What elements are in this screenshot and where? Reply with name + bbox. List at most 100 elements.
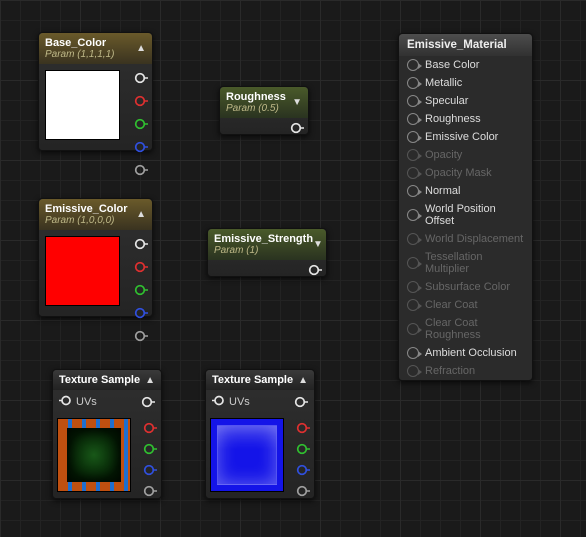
material-input-label: Base Color: [425, 59, 479, 71]
input-pin-icon: [407, 323, 419, 335]
input-pin-icon[interactable]: [407, 209, 419, 221]
input-pin-icon[interactable]: [407, 59, 419, 71]
input-pin-icon: [407, 281, 419, 293]
node-header[interactable]: Emissive_Strength Param (1) ▼: [208, 229, 326, 260]
material-input-ambient-occlusion[interactable]: Ambient Occlusion: [399, 344, 532, 362]
output-pin-rgba[interactable]: [293, 395, 308, 410]
material-input-label: Opacity: [425, 149, 462, 161]
collapse-icon[interactable]: ▲: [298, 375, 308, 386]
node-subtitle: Param (0.5): [226, 103, 286, 114]
material-input-label: World Position Offset: [425, 203, 524, 227]
input-label-uvs: UVs: [229, 396, 250, 408]
material-input-label: Specular: [425, 95, 468, 107]
material-input-label: Subsurface Color: [425, 281, 510, 293]
input-pin-icon: [407, 149, 419, 161]
collapse-icon[interactable]: ▲: [145, 375, 155, 386]
material-input-normal[interactable]: Normal: [399, 182, 532, 200]
input-pin-icon[interactable]: [407, 131, 419, 143]
output-pin-rgba[interactable]: [140, 395, 155, 410]
node-subtitle: Param (1): [214, 245, 313, 256]
material-input-subsurface-color: Subsurface Color: [399, 278, 532, 296]
node-texture-sample-b[interactable]: Texture Sample ▲ UVs: [205, 369, 315, 499]
input-pin-icon[interactable]: [407, 185, 419, 197]
material-input-roughness[interactable]: Roughness: [399, 110, 532, 128]
material-input-label: World Displacement: [425, 233, 523, 245]
collapse-icon[interactable]: ▲: [136, 43, 146, 54]
material-result-node[interactable]: Emissive_Material Base Color Metallic Spec…: [398, 33, 533, 381]
output-pin-a[interactable]: [295, 483, 310, 498]
node-emissive-color[interactable]: Emissive_Color Param (1,0,0,0) ▲: [38, 198, 153, 317]
node-header[interactable]: Texture Sample ▲: [206, 370, 314, 390]
output-pin-r[interactable]: [142, 420, 157, 435]
expand-icon[interactable]: ▼: [292, 97, 302, 108]
material-input-refraction: Refraction: [399, 362, 532, 380]
material-input-clear-coat: Clear Coat: [399, 296, 532, 314]
material-result-title: Emissive_Material: [399, 34, 532, 56]
output-pin-a[interactable]: [142, 483, 157, 498]
output-pin-g[interactable]: [133, 282, 148, 297]
material-input-label: Roughness: [425, 113, 481, 125]
output-pin-g[interactable]: [142, 441, 157, 456]
node-header[interactable]: Roughness Param (0.5) ▼: [220, 87, 308, 118]
material-input-base-color[interactable]: Base Color: [399, 56, 532, 74]
node-texture-sample-a[interactable]: Texture Sample ▲ UVs: [52, 369, 162, 499]
material-input-label: Metallic: [425, 77, 462, 89]
output-pin-b[interactable]: [142, 462, 157, 477]
material-input-label: Tessellation Multiplier: [425, 251, 524, 275]
output-pin-rgba[interactable]: [133, 236, 148, 251]
node-roughness[interactable]: Roughness Param (0.5) ▼: [219, 86, 309, 135]
output-pin-r[interactable]: [133, 93, 148, 108]
material-input-world-position-offset[interactable]: World Position Offset: [399, 200, 532, 230]
node-header[interactable]: Base_Color Param (1,1,1,1) ▲: [39, 33, 152, 64]
material-input-opacity: Opacity: [399, 146, 532, 164]
input-pin-icon: [407, 365, 419, 377]
output-pin-b[interactable]: [295, 462, 310, 477]
output-pin-r[interactable]: [295, 420, 310, 435]
output-pin-scalar[interactable]: [307, 262, 322, 277]
input-pin-uvs[interactable]: [59, 394, 72, 410]
input-pin-icon[interactable]: [407, 113, 419, 125]
node-title: Texture Sample: [59, 374, 140, 386]
input-pin-icon[interactable]: [407, 95, 419, 107]
output-pin-a[interactable]: [133, 162, 148, 177]
node-subtitle: Param (1,1,1,1): [45, 49, 114, 60]
material-input-label: Clear Coat: [425, 299, 478, 311]
node-title: Emissive_Strength: [214, 233, 313, 245]
input-pin-icon[interactable]: [407, 347, 419, 359]
output-pin-r[interactable]: [133, 259, 148, 274]
node-title: Base_Color: [45, 37, 114, 49]
material-input-clear-coat-roughness: Clear Coat Roughness: [399, 314, 532, 344]
material-input-label: Ambient Occlusion: [425, 347, 517, 359]
node-emissive-strength[interactable]: Emissive_Strength Param (1) ▼: [207, 228, 327, 277]
output-pin-g[interactable]: [133, 116, 148, 131]
input-pin-icon: [407, 257, 419, 269]
material-input-world-displacement: World Displacement: [399, 230, 532, 248]
node-header[interactable]: Emissive_Color Param (1,0,0,0) ▲: [39, 199, 152, 230]
output-pin-a[interactable]: [133, 328, 148, 343]
input-pin-icon[interactable]: [407, 77, 419, 89]
material-input-label: Clear Coat Roughness: [425, 317, 524, 341]
texture-preview[interactable]: [57, 418, 131, 492]
material-input-specular[interactable]: Specular: [399, 92, 532, 110]
input-label-uvs: UVs: [76, 396, 97, 408]
color-swatch[interactable]: [45, 236, 120, 306]
node-base-color[interactable]: Base_Color Param (1,1,1,1) ▲: [38, 32, 153, 151]
material-input-label: Emissive Color: [425, 131, 498, 143]
output-pin-rgba[interactable]: [133, 70, 148, 85]
output-pin-b[interactable]: [133, 139, 148, 154]
expand-icon[interactable]: ▼: [313, 239, 323, 250]
node-header[interactable]: Texture Sample ▲: [53, 370, 161, 390]
color-swatch[interactable]: [45, 70, 120, 140]
material-input-emissive-color[interactable]: Emissive Color: [399, 128, 532, 146]
output-pin-g[interactable]: [295, 441, 310, 456]
node-title: Texture Sample: [212, 374, 293, 386]
material-input-opacity-mask: Opacity Mask: [399, 164, 532, 182]
material-input-metallic[interactable]: Metallic: [399, 74, 532, 92]
texture-preview[interactable]: [210, 418, 284, 492]
material-input-tessellation-multiplier: Tessellation Multiplier: [399, 248, 532, 278]
output-pin-scalar[interactable]: [289, 120, 304, 135]
node-title: Roughness: [226, 91, 286, 103]
output-pin-b[interactable]: [133, 305, 148, 320]
input-pin-uvs[interactable]: [212, 394, 225, 410]
collapse-icon[interactable]: ▲: [136, 209, 146, 220]
